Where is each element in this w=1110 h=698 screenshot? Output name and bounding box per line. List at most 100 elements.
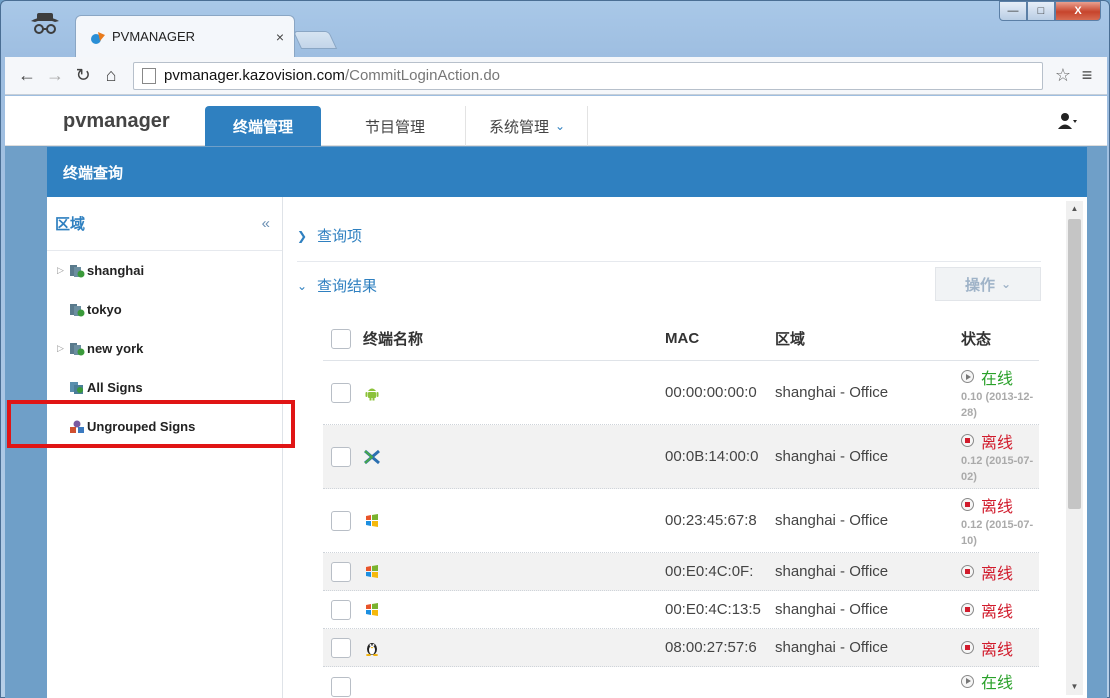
nav-system-label: 系统管理 [488, 118, 549, 136]
table-row[interactable]: 00:0B:14:00:0 shanghai - Office 离线 0.12 … [323, 425, 1039, 489]
user-menu-icon[interactable] [1057, 112, 1077, 135]
android-icon [363, 384, 381, 402]
mac-address: 00:0B:14:00:0 [665, 448, 759, 465]
status-text: 离线 [981, 434, 1014, 452]
highlight-annotation-box [7, 400, 295, 448]
collapse-sidebar-icon[interactable]: « [262, 215, 270, 232]
row-checkbox[interactable] [331, 382, 351, 403]
row-checkbox[interactable] [331, 510, 351, 531]
new-tab-button[interactable] [292, 31, 338, 49]
tree-item-tokyo[interactable]: tokyo [47, 290, 282, 329]
menu-icon[interactable]: ≡ [1075, 65, 1099, 86]
operation-label: 操作 [964, 276, 995, 294]
status-text: 在线 [981, 675, 1014, 692]
table-row[interactable]: 00:00:00:00:0 shanghai - Office 在线 0.10 … [323, 361, 1039, 425]
chevron-down-icon: ⌄ [1000, 277, 1012, 291]
back-icon[interactable]: ← [13, 65, 41, 86]
status-text: 离线 [981, 498, 1014, 516]
linux-icon [363, 639, 381, 657]
status-text: 在线 [981, 370, 1014, 388]
mac-address: 08:00:27:57:6 [665, 639, 757, 656]
status-text: 离线 [981, 565, 1014, 583]
region-value: shanghai - Office [775, 639, 889, 656]
row-checkbox[interactable] [331, 637, 351, 658]
browser-tab[interactable]: PVMANAGER × [75, 15, 295, 57]
offline-status-icon [961, 434, 974, 447]
mac-address: 00:E0:4C:0F: [665, 563, 754, 580]
table-row[interactable]: 00:E0:4C:13:5 shanghai - Office 离线 [323, 591, 1039, 629]
result-section-label: 查询结果 [317, 278, 378, 295]
home-icon[interactable]: ⌂ [97, 65, 125, 86]
vertical-scrollbar[interactable]: ▲ ▼ [1066, 201, 1083, 695]
query-section-toggle[interactable]: ❯ 查询项 [297, 225, 362, 246]
address-bar[interactable]: pvmanager.kazovision.com/CommitLoginActi… [133, 61, 1043, 90]
tree-item-label: new york [87, 341, 144, 356]
tab-strip: PVMANAGER × — □ X [1, 1, 1109, 57]
mac-address: 00:E0:4C:13:5 [665, 601, 761, 618]
table-row[interactable]: 00:E0:4C:0F: shanghai - Office 离线 [323, 553, 1039, 591]
row-checkbox[interactable] [331, 599, 351, 620]
close-window-button[interactable]: X [1055, 1, 1101, 21]
offline-status-icon [961, 641, 974, 654]
group-icon [70, 303, 85, 316]
online-status-icon [961, 674, 974, 688]
nav-terminal-management[interactable]: 终端管理 [205, 106, 321, 146]
scroll-down-icon[interactable]: ▼ [1066, 679, 1083, 695]
version-text: 0.12 (2015-07-10) [961, 518, 1034, 547]
scroll-up-icon[interactable]: ▲ [1066, 201, 1083, 217]
divider [297, 261, 1041, 262]
select-all-checkbox[interactable] [331, 328, 351, 349]
version-text: 0.10 (2013-12-28) [961, 390, 1034, 419]
column-header-mac[interactable]: MAC [665, 317, 699, 360]
row-checkbox[interactable] [331, 446, 351, 467]
mac-address: 00:23:45:67:8 [665, 512, 757, 529]
row-checkbox[interactable] [331, 561, 351, 582]
nav-system-management[interactable]: 系统管理 ⌄ [467, 106, 587, 146]
nav-divider [587, 106, 588, 146]
operation-dropdown-button[interactable]: 操作 ⌄ [935, 267, 1041, 301]
maximize-button[interactable]: □ [1027, 1, 1055, 21]
app-navbar: pvmanager 终端管理 节目管理 系统管理 ⌄ [5, 96, 1107, 146]
forward-icon[interactable]: → [41, 65, 69, 86]
window-controls: — □ X [999, 1, 1101, 21]
minimize-button[interactable]: — [999, 1, 1027, 21]
windows-icon [363, 563, 381, 581]
table-row[interactable]: 08:00:27:57:6 shanghai - Office 离线 [323, 629, 1039, 667]
tree-item-shanghai[interactable]: ▷ shanghai [47, 251, 282, 290]
row-checkbox[interactable] [331, 676, 351, 697]
column-header-status[interactable]: 状态 [961, 317, 991, 360]
tree-item-new-york[interactable]: ▷ new york [47, 329, 282, 368]
nav-divider [465, 106, 466, 146]
column-header-region[interactable]: 区域 [775, 317, 805, 360]
nav-program-management[interactable]: 节目管理 [325, 106, 465, 146]
column-header-name[interactable]: 终端名称 [363, 317, 423, 360]
sidebar-header: 区域 « [47, 197, 282, 251]
table-row[interactable]: 00:23:45:67:8 shanghai - Office 离线 0.12 … [323, 489, 1039, 553]
main-area: ❯ 查询项 ⌄ 查询结果 操作 ⌄ 终端名称 MAC 区域 状态 00:00:0… [283, 197, 1087, 698]
url-host: pvmanager.kazovision.com [164, 67, 345, 84]
incognito-icon [23, 7, 67, 41]
windows-icon [363, 512, 381, 530]
table-header: 终端名称 MAC 区域 状态 [323, 317, 1039, 361]
chevron-down-icon: ⌄ [297, 278, 308, 293]
reload-icon[interactable]: ↻ [69, 65, 97, 86]
status-text: 离线 [981, 641, 1014, 659]
region-value: shanghai - Office [775, 512, 889, 529]
result-section-toggle[interactable]: ⌄ 查询结果 [297, 275, 377, 296]
expand-icon[interactable]: ▷ [57, 343, 69, 354]
tab-close-icon[interactable]: × [276, 29, 284, 45]
windows-icon [363, 601, 381, 619]
expand-icon[interactable]: ▷ [57, 265, 69, 276]
browser-window: PVMANAGER × — □ X ← → ↻ ⌂ pvmanager.kazo… [0, 0, 1110, 698]
scrollbar-thumb[interactable] [1068, 219, 1081, 509]
tree-item-label: shanghai [87, 263, 145, 278]
sidebar-title: 区域 [55, 216, 86, 233]
offline-status-icon [961, 603, 974, 616]
chevron-right-icon: ❯ [297, 228, 308, 243]
table-row[interactable]: 在线 [323, 667, 1039, 698]
all-signs-icon [70, 381, 83, 394]
bookmark-star-icon[interactable]: ☆ [1051, 65, 1075, 86]
brand-logo[interactable]: pvmanager [63, 110, 170, 133]
offline-status-icon [961, 498, 974, 511]
region-value: shanghai - Office [775, 384, 889, 401]
